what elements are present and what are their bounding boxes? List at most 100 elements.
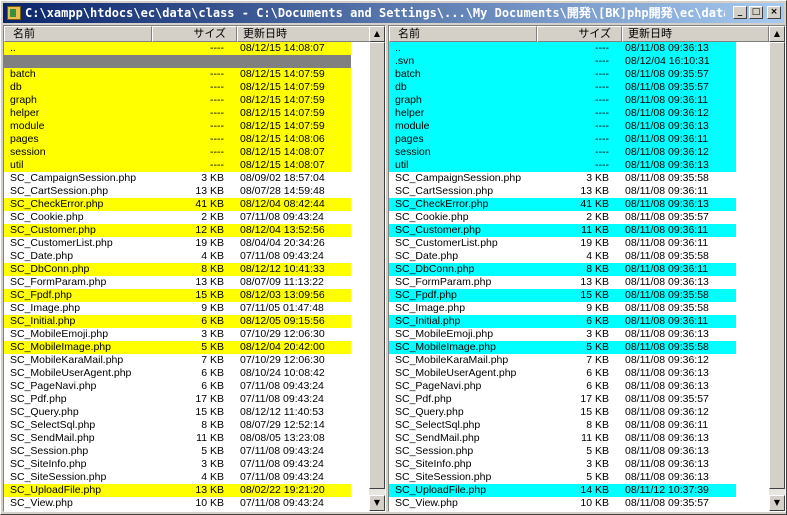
left-file-row[interactable]: SC_SendMail.php 11 KB 08/08/05 13:23:08 <box>4 432 351 445</box>
right-file-row[interactable]: graph ---- 08/11/08 09:36:11 <box>389 94 736 107</box>
right-file-row[interactable]: batch ---- 08/11/08 09:35:57 <box>389 68 736 81</box>
left-file-row[interactable]: SC_CheckError.php 41 KB 08/12/04 08:42:44 <box>4 198 351 211</box>
right-file-row[interactable]: SC_CheckError.php 41 KB 08/11/08 09:36:13 <box>389 198 736 211</box>
close-button[interactable]: × <box>767 6 781 19</box>
right-file-row[interactable]: SC_FormParam.php 13 KB 08/11/08 09:36:13 <box>389 276 736 289</box>
left-file-row[interactable]: SC_Initial.php 6 KB 08/12/05 09:15:56 <box>4 315 351 328</box>
right-file-row[interactable]: SC_SiteInfo.php 3 KB 08/11/08 09:36:13 <box>389 458 736 471</box>
left-file-row[interactable]: pages ---- 08/12/15 14:08:06 <box>4 133 351 146</box>
left-scroll-up-button[interactable]: ▲ <box>369 26 385 42</box>
left-file-row[interactable]: SC_Session.php 5 KB 07/11/08 09:43:24 <box>4 445 351 458</box>
left-file-row[interactable]: SC_CustomerList.php 19 KB 08/04/04 20:34:2… <box>4 237 351 250</box>
left-file-row[interactable]: SC_Pdf.php 17 KB 07/11/08 09:43:24 <box>4 393 351 406</box>
right-file-row[interactable]: SC_Date.php 4 KB 08/11/08 09:35:58 <box>389 250 736 263</box>
right-file-row[interactable]: SC_PageNavi.php 6 KB 08/11/08 09:36:13 <box>389 380 736 393</box>
left-file-row[interactable]: SC_SiteSession.php 4 KB 07/11/08 09:43:24 <box>4 471 351 484</box>
right-file-row[interactable]: SC_MobileImage.php 5 KB 08/11/08 09:35:58 <box>389 341 736 354</box>
right-header-date[interactable]: 更新日時 <box>622 26 769 42</box>
left-header-date[interactable]: 更新日時 <box>237 26 370 42</box>
right-file-row[interactable]: SC_SendMail.php 11 KB 08/11/08 09:36:13 <box>389 432 736 445</box>
left-scrollbar[interactable]: ▲ ▼ <box>369 26 385 511</box>
right-header-size[interactable]: サイズ <box>537 26 622 42</box>
right-file-row[interactable]: SC_Session.php 5 KB 08/11/08 09:36:13 <box>389 445 736 458</box>
left-file-row[interactable]: batch ---- 08/12/15 14:07:59 <box>4 68 351 81</box>
title-bar[interactable]: C:\xampp\htdocs\ec\data\class - C:\Docum… <box>3 3 784 23</box>
right-file-row[interactable]: SC_SelectSql.php 8 KB 08/11/08 09:36:11 <box>389 419 736 432</box>
left-file-row[interactable]: SC_DbConn.php 8 KB 08/12/12 10:41:33 <box>4 263 351 276</box>
right-file-row[interactable]: .svn ---- 08/12/04 16:10:31 <box>389 55 736 68</box>
left-file-row[interactable]: SC_Customer.php 12 KB 08/12/04 13:52:56 <box>4 224 351 237</box>
right-file-row[interactable]: SC_CustomerList.php 19 KB 08/11/08 09:36:1… <box>389 237 736 250</box>
right-scroll-thumb[interactable] <box>769 42 785 489</box>
right-file-date: 08/11/08 09:36:11 <box>625 237 709 249</box>
right-file-row[interactable]: SC_SiteSession.php 5 KB 08/11/08 09:36:13 <box>389 471 736 484</box>
left-file-row[interactable]: SC_FormParam.php 13 KB 08/07/09 11:13:22 <box>4 276 351 289</box>
left-file-row[interactable]: SC_PageNavi.php 6 KB 07/11/08 09:43:24 <box>4 380 351 393</box>
right-file-row[interactable]: helper ---- 08/11/08 09:36:12 <box>389 107 736 120</box>
left-file-pane[interactable]: 名前 サイズ 更新日時 .. ---- 08/12/15 14:08:07 batch… <box>3 25 386 512</box>
right-scrollbar[interactable]: ▲ ▼ <box>769 26 785 511</box>
left-header-name[interactable]: 名前 <box>4 26 152 42</box>
left-file-row[interactable]: SC_Image.php 9 KB 07/11/05 01:47:48 <box>4 302 351 315</box>
right-file-row[interactable]: module ---- 08/11/08 09:36:13 <box>389 120 736 133</box>
left-file-row[interactable]: session ---- 08/12/15 14:08:07 <box>4 146 351 159</box>
minimize-button[interactable]: _ <box>733 6 747 19</box>
right-file-row[interactable]: SC_MobileUserAgent.php 6 KB 08/11/08 09:36… <box>389 367 736 380</box>
right-file-pane[interactable]: 名前 サイズ 更新日時 .. ---- 08/11/08 09:36:13 .svn -… <box>388 25 786 512</box>
left-file-row[interactable]: SC_MobileUserAgent.php 6 KB 08/10/24 10:08… <box>4 367 351 380</box>
right-file-row[interactable]: SC_Query.php 15 KB 08/11/08 09:36:12 <box>389 406 736 419</box>
left-file-date: 07/11/08 09:43:24 <box>240 471 324 483</box>
right-file-row[interactable]: session ---- 08/11/08 09:36:12 <box>389 146 736 159</box>
right-file-row[interactable]: SC_Initial.php 6 KB 08/11/08 09:36:11 <box>389 315 736 328</box>
left-file-size: 12 KB <box>195 224 224 236</box>
right-header-name[interactable]: 名前 <box>389 26 537 42</box>
right-file-row[interactable]: SC_Pdf.php 17 KB 08/11/08 09:35:57 <box>389 393 736 406</box>
left-file-row[interactable]: SC_CampaignSession.php 3 KB 08/09/02 18:57… <box>4 172 351 185</box>
right-scroll-down-button[interactable]: ▼ <box>769 495 785 511</box>
right-file-row[interactable]: SC_Fpdf.php 15 KB 08/11/08 09:35:58 <box>389 289 736 302</box>
left-file-row[interactable]: SC_View.php 10 KB 07/11/08 09:43:24 <box>4 497 351 510</box>
right-file-row[interactable]: SC_CartSession.php 13 KB 08/11/08 09:36:11 <box>389 185 736 198</box>
left-file-row[interactable]: SC_Query.php 15 KB 08/12/12 11:40:53 <box>4 406 351 419</box>
right-file-size: ---- <box>595 68 609 80</box>
right-file-row[interactable]: SC_DbConn.php 8 KB 08/11/08 09:36:11 <box>389 263 736 276</box>
left-file-row[interactable]: SC_Fpdf.php 15 KB 08/12/03 13:09:56 <box>4 289 351 302</box>
right-file-row[interactable]: SC_Image.php 9 KB 08/11/08 09:35:58 <box>389 302 736 315</box>
left-file-row[interactable]: SC_Date.php 4 KB 07/11/08 09:43:24 <box>4 250 351 263</box>
left-file-row[interactable]: module ---- 08/12/15 14:07:59 <box>4 120 351 133</box>
right-file-row[interactable]: SC_MobileKaraMail.php 7 KB 08/11/08 09:36:… <box>389 354 736 367</box>
left-file-row[interactable]: helper ---- 08/12/15 14:07:59 <box>4 107 351 120</box>
right-file-row[interactable]: util ---- 08/11/08 09:36:13 <box>389 159 736 172</box>
left-file-row[interactable]: SC_CartSession.php 13 KB 08/07/28 14:59:48 <box>4 185 351 198</box>
left-file-row[interactable] <box>4 55 351 68</box>
left-file-row[interactable]: SC_SelectSql.php 8 KB 08/07/29 12:52:14 <box>4 419 351 432</box>
left-file-row[interactable]: db ---- 08/12/15 14:07:59 <box>4 81 351 94</box>
right-file-date: 08/11/08 09:36:11 <box>625 224 709 236</box>
left-scroll-thumb[interactable] <box>369 42 385 489</box>
left-file-row[interactable]: .. ---- 08/12/15 14:08:07 <box>4 42 351 55</box>
left-file-row[interactable]: SC_MobileKaraMail.php 7 KB 07/10/29 12:06:… <box>4 354 351 367</box>
right-file-row[interactable]: SC_MobileEmoji.php 3 KB 08/11/08 09:36:13 <box>389 328 736 341</box>
right-scroll-up-button[interactable]: ▲ <box>769 26 785 42</box>
left-file-row[interactable]: graph ---- 08/12/15 14:07:59 <box>4 94 351 107</box>
maximize-button[interactable]: □ <box>749 6 763 19</box>
right-file-row[interactable]: SC_Cookie.php 2 KB 08/11/08 09:35:57 <box>389 211 736 224</box>
left-file-row[interactable]: SC_UploadFile.php 13 KB 08/02/22 19:21:20 <box>4 484 351 497</box>
left-file-name: SC_Date.php <box>10 250 74 262</box>
left-header-size[interactable]: サイズ <box>152 26 237 42</box>
left-file-row[interactable]: SC_SiteInfo.php 3 KB 07/11/08 09:43:24 <box>4 458 351 471</box>
left-file-row[interactable]: SC_Cookie.php 2 KB 07/11/08 09:43:24 <box>4 211 351 224</box>
left-file-row[interactable]: SC_MobileEmoji.php 3 KB 07/10/29 12:06:30 <box>4 328 351 341</box>
right-file-date: 08/11/08 09:36:11 <box>625 94 709 106</box>
right-file-row[interactable]: db ---- 08/11/08 09:35:57 <box>389 81 736 94</box>
left-file-date: 08/09/02 18:57:04 <box>240 172 325 184</box>
left-file-row[interactable]: util ---- 08/12/15 14:08:07 <box>4 159 351 172</box>
left-file-row[interactable]: SC_MobileImage.php 5 KB 08/12/04 20:42:00 <box>4 341 351 354</box>
right-file-row[interactable]: SC_View.php 10 KB 08/11/08 09:35:57 <box>389 497 736 510</box>
right-file-row[interactable]: pages ---- 08/11/08 09:36:11 <box>389 133 736 146</box>
right-file-row[interactable]: SC_Customer.php 11 KB 08/11/08 09:36:11 <box>389 224 736 237</box>
left-scroll-down-button[interactable]: ▼ <box>369 495 385 511</box>
right-file-row[interactable]: .. ---- 08/11/08 09:36:13 <box>389 42 736 55</box>
right-file-row[interactable]: SC_CampaignSession.php 3 KB 08/11/08 09:35… <box>389 172 736 185</box>
right-file-row[interactable]: SC_UploadFile.php 14 KB 08/11/12 10:37:39 <box>389 484 736 497</box>
